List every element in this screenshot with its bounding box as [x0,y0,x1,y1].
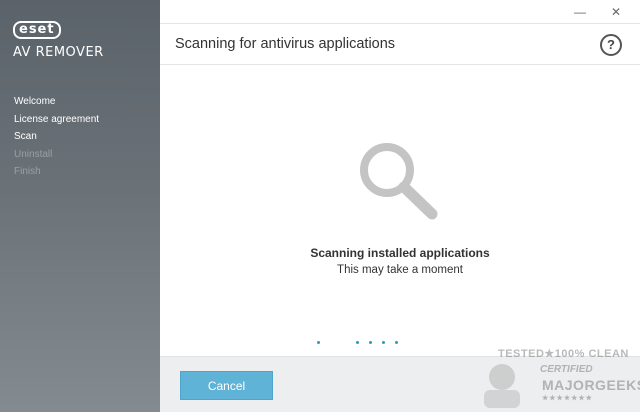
watermark-majorgeeks-text: MAJORGEEKS [542,377,640,393]
scan-status-subtitle: This may take a moment [337,264,463,276]
watermark-tested-text: TESTED★100% CLEAN [498,348,629,360]
progress-dot [395,341,398,344]
close-button[interactable]: ✕ [606,2,626,22]
logo-brand: eset [13,21,61,39]
wizard-steps: Welcome License agreement Scan Uninstall… [14,93,99,181]
logo-product-name: AV REMOVER [13,45,104,60]
step-finish: Finish [14,166,41,177]
progress-dot [317,341,320,344]
scan-status-title: Scanning installed applications [310,246,490,260]
mascot-icon [484,364,520,408]
step-welcome: Welcome [14,96,56,107]
step-license-agreement: License agreement [14,113,100,125]
watermark-stars: ★★★★★★★ [542,395,593,402]
sidebar: eset AV REMOVER Welcome License agreemen… [0,0,160,412]
minimize-button[interactable]: — [570,2,590,22]
step-scan: Scan [14,131,37,142]
page-title: Scanning for antivirus applications [175,36,396,52]
watermark-certified-text: CERTIFIED [540,364,593,375]
progress-dot [369,341,372,344]
help-icon[interactable]: ? [600,34,622,56]
progress-dot [356,341,359,344]
title-bar: — ✕ [160,0,640,24]
cancel-button[interactable]: Cancel [180,371,273,400]
majorgeeks-watermark: TESTED★100% CLEAN CERTIFIED MAJORGEEKS ★… [470,347,640,409]
progress-dot [382,341,385,344]
step-uninstall: Uninstall [14,148,53,160]
magnifier-icon [357,140,441,227]
page-header: Scanning for antivirus applications ? [160,25,640,65]
eset-logo: eset AV REMOVER [13,20,104,60]
